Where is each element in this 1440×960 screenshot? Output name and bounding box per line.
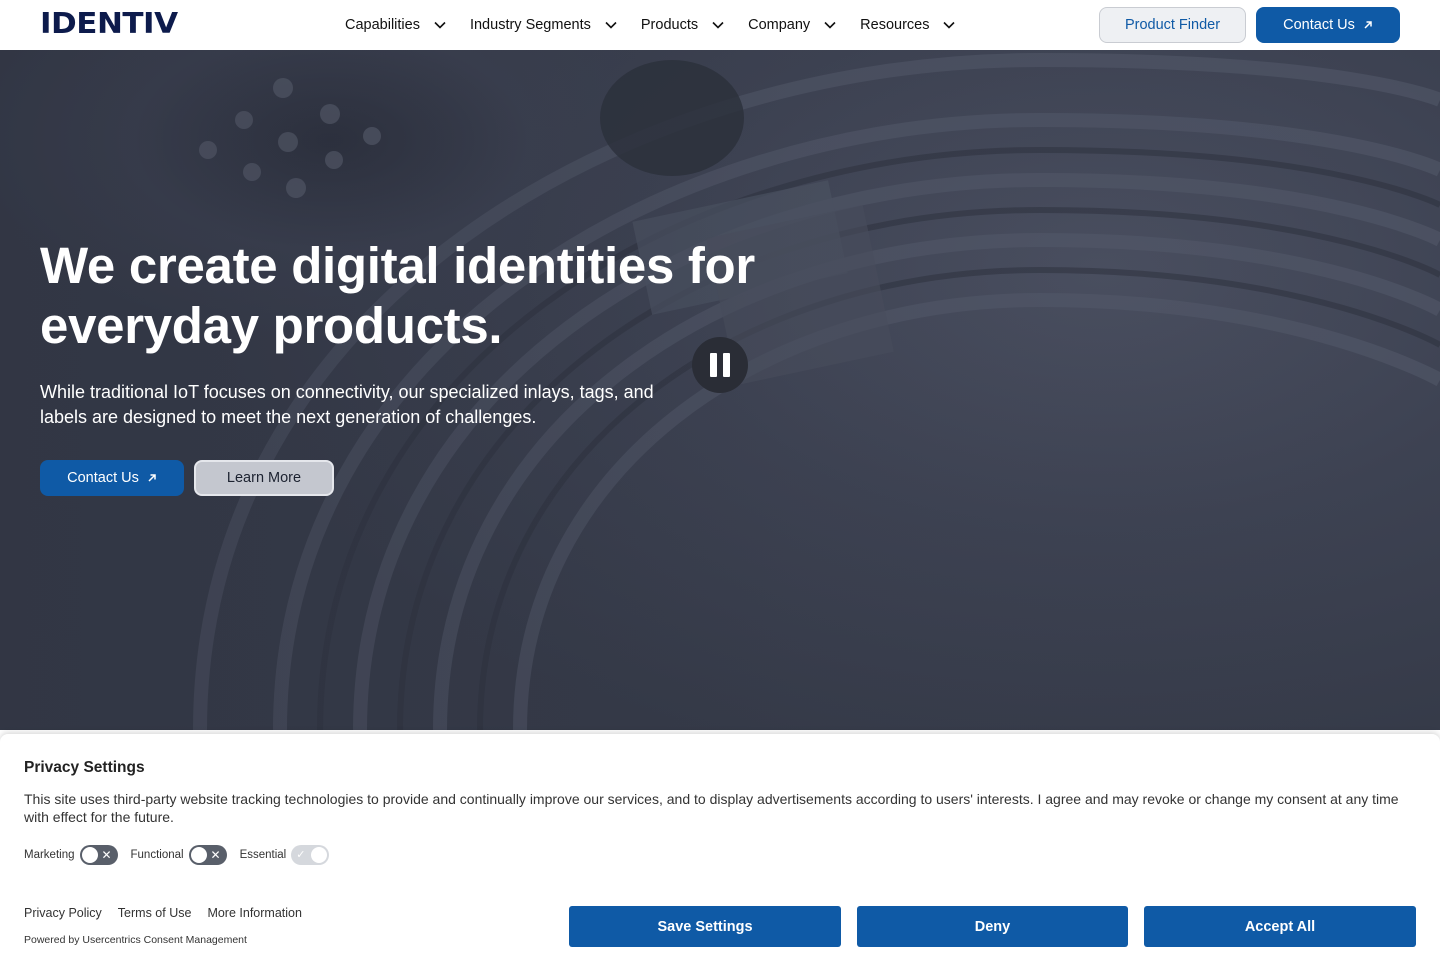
powered-by-text: Powered by Usercentrics Consent Manageme… [24,934,247,946]
chevron-down-icon [824,21,836,29]
toggle-knob [81,847,98,863]
save-settings-button[interactable]: Save Settings [569,906,841,947]
essential-toggle-switch: ✓ [291,845,330,865]
nav-item-label: Resources [860,17,930,33]
logo-text: IDENTIV [40,7,178,41]
hero-contact-button[interactable]: Contact Us [40,460,184,496]
toggle-label: Essential [239,849,287,861]
identiv-logo[interactable]: IDENTIV [40,7,178,41]
nav-item-products[interactable]: Products [641,17,724,33]
nav-item-company[interactable]: Company [748,17,836,33]
main-nav: Capabilities Industry Segments Products … [345,0,979,50]
marketing-toggle-switch[interactable]: ✕ [79,845,118,865]
toggle-label: Functional [130,849,184,861]
nav-item-capabilities[interactable]: Capabilities [345,17,446,33]
hero-subtitle: While traditional IoT focuses on connect… [40,382,654,427]
nav-item-industry-segments[interactable]: Industry Segments [470,17,617,33]
header-contact-button[interactable]: Contact Us [1256,7,1400,43]
toggle-essential: Essential ✓ [240,845,330,865]
toggle-knob [311,847,328,863]
nav-item-label: Industry Segments [469,17,591,33]
toggle-label: Marketing [24,849,75,861]
functional-toggle-switch[interactable]: ✕ [188,845,227,865]
close-icon: ✕ [101,848,112,862]
chevron-down-icon [605,21,617,29]
terms-of-use-link[interactable]: Terms of Use [118,906,192,920]
accept-all-button[interactable]: Accept All [1144,906,1416,947]
contact-button-label: Contact Us [1283,17,1355,33]
chevron-down-icon [712,21,724,29]
site-header: IDENTIV Capabilities Industry Segments P… [0,0,1440,50]
nav-item-label: Capabilities [345,17,420,33]
check-icon: ✓ [296,848,306,861]
consent-description: This site uses third-party website track… [24,791,1399,825]
toggle-marketing: Marketing ✕ [24,845,118,865]
nav-item-resources[interactable]: Resources [860,17,956,33]
contact-button-label: Contact Us [67,470,139,486]
hero-section: We create digital identities for everyda… [0,50,1440,730]
deny-button[interactable]: Deny [857,906,1128,947]
nav-item-label: Company [748,17,811,33]
more-information-link[interactable]: More Information [207,906,301,920]
privacy-consent-banner: Privacy Settings This site uses third-pa… [0,734,1440,960]
chevron-down-icon [943,21,956,29]
product-finder-button[interactable]: Product Finder [1099,7,1246,43]
arrow-up-right-icon [148,474,156,482]
arrow-up-right-icon [1364,21,1372,29]
chevron-down-icon [434,21,446,29]
hero-title: We create digital identities for everyda… [40,237,755,354]
nav-item-label: Products [640,17,699,33]
pause-icon [710,353,717,377]
consent-toggles: Marketing ✕ Functional ✕ Essential ✓ [24,845,342,865]
close-icon: ✕ [210,848,221,862]
toggle-functional: Functional ✕ [131,845,227,865]
consent-title: Privacy Settings [24,759,145,776]
video-pause-button[interactable] [692,337,748,393]
learn-more-button[interactable]: Learn More [194,460,334,496]
consent-links: Privacy Policy Terms of Use More Informa… [24,906,302,920]
pause-icon-bar [723,353,730,377]
toggle-knob [190,847,207,863]
privacy-policy-link[interactable]: Privacy Policy [24,906,102,920]
